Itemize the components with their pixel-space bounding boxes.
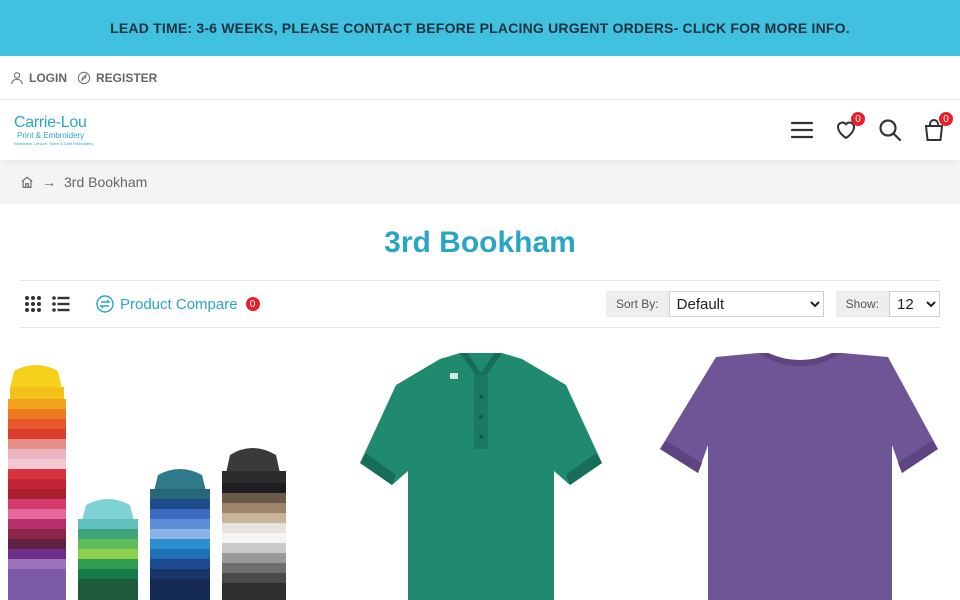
product-card[interactable] xyxy=(640,353,960,600)
compare-count-badge: 0 xyxy=(245,297,260,311)
page-title: 3rd Bookham xyxy=(384,226,576,259)
compare-icon xyxy=(96,295,114,313)
breadcrumb: → 3rd Bookham xyxy=(0,160,960,204)
menu-button[interactable] xyxy=(790,118,814,142)
search-button[interactable] xyxy=(878,118,902,142)
login-label: LOGIN xyxy=(29,70,67,85)
grid-icon[interactable] xyxy=(24,295,42,313)
search-icon xyxy=(879,119,902,142)
cart-count-badge: 0 xyxy=(939,112,953,126)
login-link[interactable]: LOGIN xyxy=(10,71,67,85)
show-select[interactable]: 12 xyxy=(889,291,940,317)
product-image-hoodie-stacks xyxy=(6,353,286,600)
wishlist-button[interactable]: 0 xyxy=(834,112,865,142)
home-icon[interactable] xyxy=(20,175,34,189)
logo-line-2: Print & Embroidery xyxy=(17,130,85,140)
show-label: Show: xyxy=(845,297,879,311)
header-icons: 0 0 xyxy=(790,112,953,142)
sort-label: Sort By: xyxy=(615,297,659,311)
compare-label: Product Compare xyxy=(120,295,238,313)
list-icon[interactable] xyxy=(52,295,70,313)
product-card[interactable] xyxy=(320,353,640,600)
menu-icon xyxy=(790,121,814,139)
logo-line-3: Workwear, Leisure, Team & Club Embroider… xyxy=(14,140,94,146)
register-icon xyxy=(77,71,91,84)
site-header: Carrie-Lou Print & Embroidery Workwear, … xyxy=(0,100,960,160)
logo-line-1: Carrie-Lou xyxy=(14,113,87,131)
sort-control: Sort By: Default xyxy=(605,291,824,317)
show-control: Show: 12 xyxy=(835,291,940,317)
wishlist-count-badge: 0 xyxy=(851,112,865,126)
sort-select[interactable]: Default xyxy=(668,291,824,317)
product-grid xyxy=(0,353,960,600)
register-label: REGISTER xyxy=(96,70,158,85)
register-link[interactable]: REGISTER xyxy=(77,71,157,85)
product-card[interactable] xyxy=(0,353,320,600)
logo[interactable]: Carrie-Lou Print & Embroidery Workwear, … xyxy=(14,113,94,146)
top-bar: LOGIN REGISTER xyxy=(0,56,960,100)
product-image-green-polo xyxy=(360,353,602,600)
cart-button[interactable]: 0 xyxy=(922,112,953,142)
breadcrumb-current: 3rd Bookham xyxy=(64,174,148,190)
announcement-bar[interactable]: LEAD TIME: 3-6 WEEKS, PLEASE CONTACT BEF… xyxy=(0,0,960,56)
announcement-text[interactable]: LEAD TIME: 3-6 WEEKS, PLEASE CONTACT BEF… xyxy=(110,20,850,36)
breadcrumb-separator: → xyxy=(42,174,56,190)
product-toolbar: Product Compare 0 Sort By: Default Show:… xyxy=(20,280,940,328)
product-compare-link[interactable]: Product Compare 0 xyxy=(96,295,260,313)
product-image-purple-tshirt xyxy=(660,353,938,600)
user-icon xyxy=(11,71,23,84)
